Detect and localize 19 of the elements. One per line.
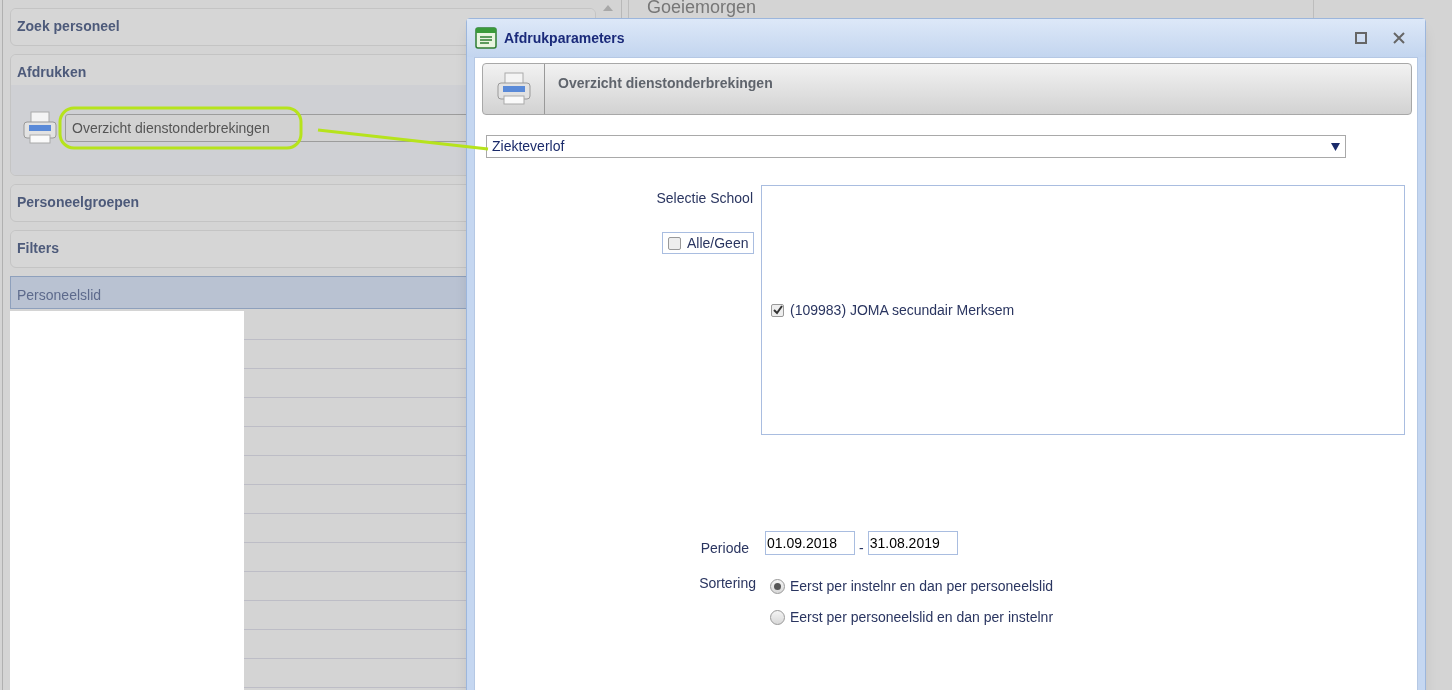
field-label: Periode bbox=[699, 539, 750, 558]
field-label: Selectie School bbox=[656, 189, 753, 208]
form-icon bbox=[475, 27, 497, 49]
report-type-dropdown[interactable]: Ziekteverlof bbox=[486, 135, 1346, 158]
school-checkbox[interactable]: (109983) JOMA secundair Merksem bbox=[771, 299, 1404, 321]
printer-icon bbox=[21, 109, 59, 147]
sort-radio[interactable]: Eerst per personeelslid en dan per instelnr bbox=[770, 607, 1054, 628]
greeting-heading: Goeiemorgen bbox=[647, 0, 757, 17]
close-icon[interactable] bbox=[1393, 32, 1405, 44]
date-to-field[interactable]: 31.08.2019 bbox=[867, 531, 958, 555]
date-from-field[interactable]: 01.09.2018 bbox=[765, 531, 855, 555]
printer-icon bbox=[494, 70, 533, 108]
field-label: Sortering bbox=[698, 574, 757, 593]
maximize-icon[interactable] bbox=[1355, 32, 1367, 44]
date-separator: - bbox=[859, 539, 864, 558]
sort-radio[interactable]: Eerst per instelnr en dan per personeelslid bbox=[770, 576, 1054, 597]
check-icon bbox=[772, 305, 783, 315]
caret-icon bbox=[1331, 142, 1340, 151]
all-none-checkbox[interactable]: Alle/Geen bbox=[662, 232, 754, 254]
